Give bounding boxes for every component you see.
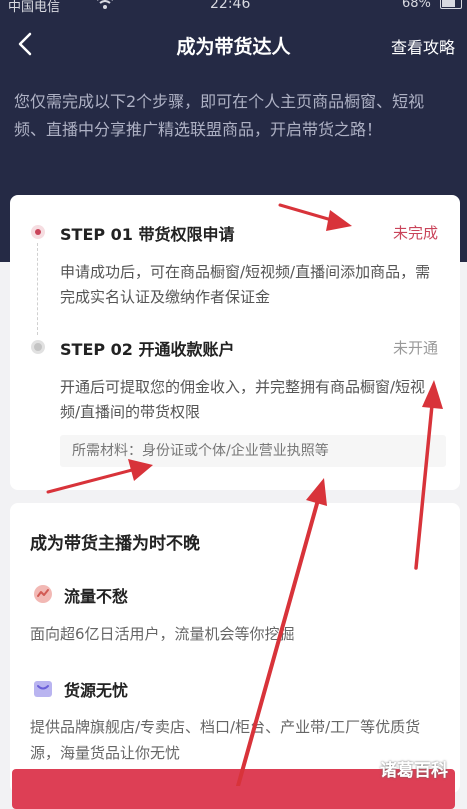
promo-card: 成为带货主播为时不晚 流量不愁 面向超6亿日活用户，流量机会等你挖掘 货源无忧 … [10,503,460,793]
battery-icon [440,0,462,9]
step-2-status[interactable]: 未开通 [393,337,438,358]
step-1-title[interactable]: STEP 01 带货权限申请 [60,221,235,245]
promo-title: 成为带货主播为时不晚 [30,534,200,554]
steps-card: STEP 01 带货权限申请 未完成 申请成功后，可在商品橱窗/短视频/直播间添… [10,195,460,490]
intro-text: 您仅需完成以下2个步骤，即可在个人主页商品橱窗、短视频、直播中分享推广精选联盟商… [14,92,425,139]
watermark: 诸葛百科 [380,761,448,781]
view-guide-link[interactable]: 查看攻略 [391,34,455,58]
goods-icon [34,681,52,697]
carrier-label: 中国电信 [8,0,61,15]
battery-percentage: 68% [402,0,431,11]
feature-traffic-description: 面向超6亿日活用户，流量机会等你挖掘 [30,625,295,643]
step-2-indicator [31,340,45,354]
required-materials: 所需材料：身份证或个体/企业营业执照等 [60,435,446,467]
step-2-description: 开通后可提取您的佣金收入，并完整拥有商品橱窗/短视频/直播间的带货权限 [60,378,426,421]
clock: 22:46 [210,0,251,12]
step-1-description: 申请成功后，可在商品橱窗/短视频/直播间添加商品，需完成实名认证及缴纳作者保证金 [60,263,431,306]
step-connector [37,243,38,335]
traffic-icon [34,585,52,603]
feature-goods-title: 货源无忧 [64,681,129,700]
navigation-bar: 成为带货达人 查看攻略 [0,22,467,66]
wifi-icon [97,0,113,9]
feature-traffic-title: 流量不愁 [64,587,129,606]
step-1-indicator [31,225,45,239]
status-bar: 中国电信 22:46 68% [0,0,467,15]
step-1-status[interactable]: 未完成 [393,222,438,243]
step-2-title[interactable]: STEP 02 开通收款账户 [60,336,235,360]
